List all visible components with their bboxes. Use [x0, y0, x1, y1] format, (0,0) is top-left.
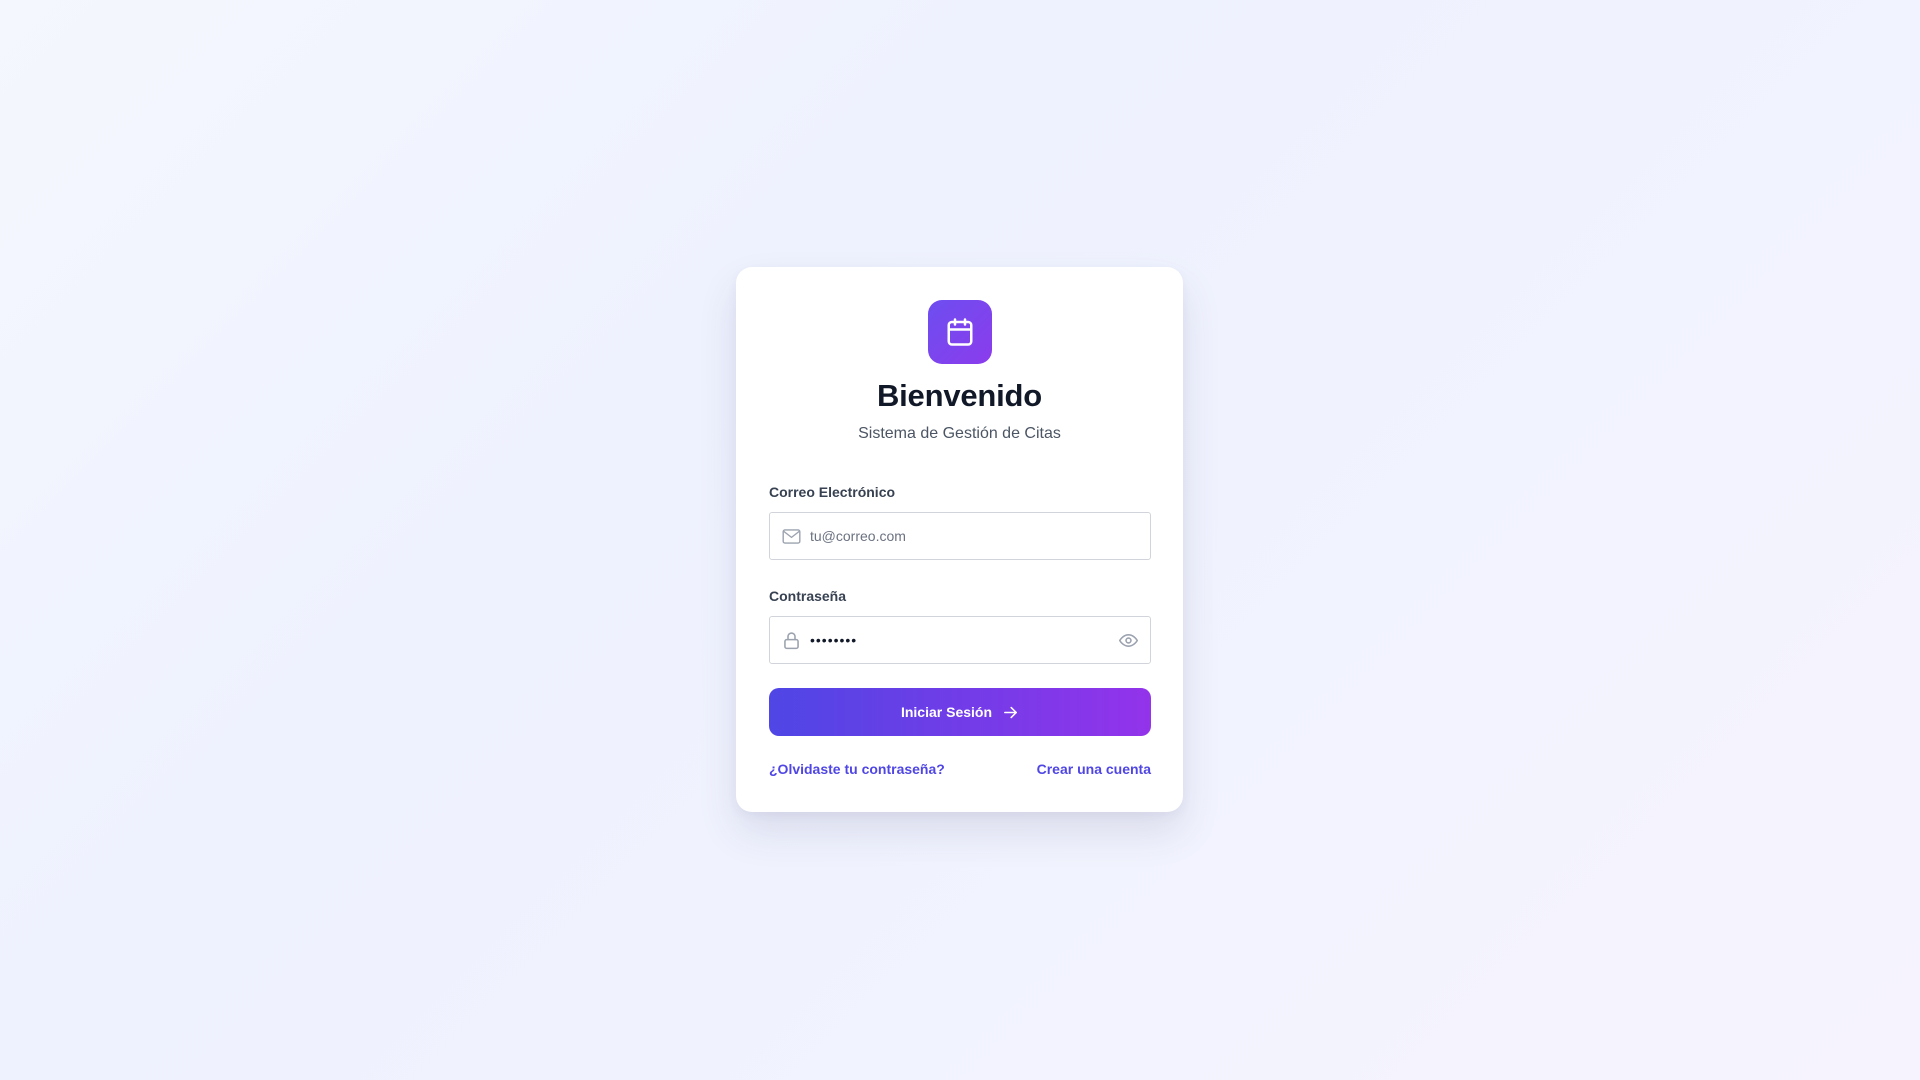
arrow-right-icon: [1004, 706, 1017, 718]
lock-icon: [784, 632, 799, 650]
eye-icon[interactable]: [1118, 630, 1139, 651]
password-label: Contraseña: [769, 588, 847, 604]
email-input[interactable]: [810, 513, 1140, 559]
password-field-container: [769, 616, 1151, 664]
email-label: Correo Electrónico: [769, 484, 896, 500]
page-subtitle: Sistema de Gestión de Citas: [858, 425, 1061, 442]
email-field-container: [769, 512, 1151, 560]
forgot-password-link[interactable]: ¿Olvidaste tu contraseña?: [769, 761, 945, 777]
login-button[interactable]: Iniciar Sesión: [769, 688, 1151, 736]
calendar-icon: [947, 318, 973, 346]
login-card: Bienvenido Sistema de Gestión de Citas C…: [736, 267, 1183, 812]
login-button-label: Iniciar Sesión: [900, 704, 993, 720]
page-title: Bienvenido: [876, 378, 1043, 413]
app-logo: [928, 300, 992, 364]
password-input[interactable]: [810, 617, 1100, 663]
create-account-link[interactable]: Crear una cuenta: [1037, 761, 1151, 777]
mail-icon: [782, 529, 801, 544]
